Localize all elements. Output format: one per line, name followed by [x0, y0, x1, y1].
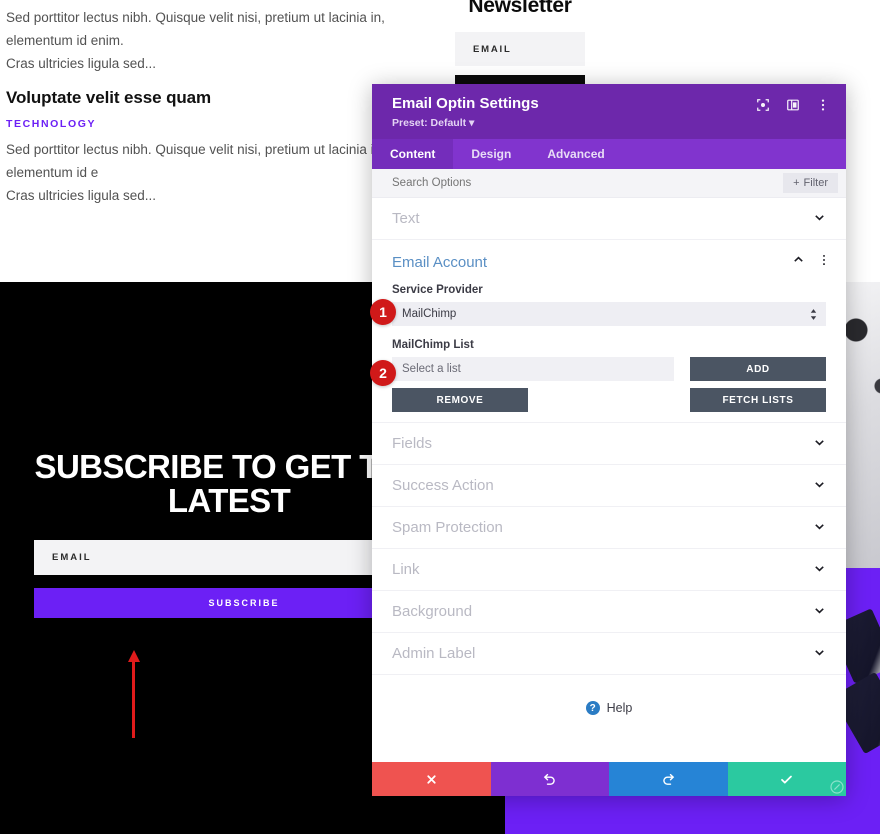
modal-preset-selector[interactable]: Preset: Default ▾ — [392, 117, 539, 129]
section-spam-protection[interactable]: Spam Protection — [372, 507, 846, 549]
search-bar: + Filter — [372, 169, 846, 198]
section-label: Link — [392, 561, 420, 578]
post-excerpt-line-2: Cras ultricies ligula sed... — [6, 188, 157, 203]
filter-label: Filter — [803, 177, 828, 189]
section-fields[interactable]: Fields — [372, 423, 846, 465]
section-label: Fields — [392, 435, 433, 452]
modal-header-icons — [756, 95, 830, 112]
newsletter-optin-card: Newsletter EMAIL — [437, 0, 603, 101]
section-label: Background — [392, 603, 473, 620]
email-optin-settings-modal: Email Optin Settings Preset: Default ▾ C… — [372, 84, 846, 796]
add-list-button[interactable]: ADD — [690, 357, 826, 381]
chevron-up-icon[interactable] — [792, 253, 805, 271]
help-label: Help — [606, 701, 633, 715]
help-icon: ? — [585, 701, 600, 715]
arrow-shaft — [132, 658, 135, 738]
blog-post-2: Voluptate velit esse quam TECHNOLOGY Sed… — [6, 88, 406, 207]
annotation-badge-2: 2 — [370, 360, 396, 386]
section-email-account-header[interactable]: Email Account — [372, 240, 846, 284]
chevron-down-icon — [813, 478, 826, 494]
plus-icon: + — [793, 177, 800, 189]
tab-content[interactable]: Content — [372, 139, 454, 169]
preset-label: Preset: Default — [392, 117, 467, 129]
section-email-account: Email Account Service Provider MailChimp… — [372, 240, 846, 423]
section-background[interactable]: Background — [372, 591, 846, 633]
service-provider-value: MailChimp — [402, 308, 457, 320]
select-stepper-icon — [809, 308, 818, 321]
blog-post-excerpt-1: Sed porttitor lectus nibh. Quisque velit… — [6, 6, 406, 75]
chevron-down-icon — [813, 562, 826, 578]
annotation-badge-1: 1 — [370, 299, 396, 325]
section-link[interactable]: Link — [372, 549, 846, 591]
annotation-arrow-up — [126, 650, 142, 738]
modal-header-titles: Email Optin Settings Preset: Default ▾ — [392, 95, 539, 129]
screenshot-stage: Sed porttitor lectus nibh. Quisque velit… — [0, 0, 880, 834]
section-label: Spam Protection — [392, 519, 503, 536]
section-label: Email Account — [392, 253, 488, 271]
mailchimp-list-select[interactable]: Select a list — [392, 357, 674, 381]
save-button[interactable] — [727, 762, 846, 796]
resize-handle[interactable] — [830, 780, 844, 794]
post-title[interactable]: Voluptate velit esse quam — [6, 88, 406, 108]
tab-advanced[interactable]: Advanced — [529, 139, 622, 169]
section-tools — [792, 253, 830, 271]
post-excerpt-line-1: Sed porttitor lectus nibh. Quisque velit… — [6, 142, 385, 180]
fetch-lists-button[interactable]: FETCH LISTS — [690, 388, 826, 412]
redo-button[interactable] — [609, 762, 728, 796]
service-provider-label: Service Provider — [392, 284, 483, 296]
panel-layout-icon[interactable] — [786, 98, 800, 112]
filter-button[interactable]: + Filter — [783, 173, 838, 193]
post-excerpt-line-1: Sed porttitor lectus nibh. Quisque velit… — [6, 10, 385, 48]
chevron-down-icon — [813, 520, 826, 536]
section-admin-label[interactable]: Admin Label — [372, 633, 846, 675]
chevron-down-icon — [813, 604, 826, 620]
newsletter-email-input[interactable]: EMAIL — [455, 32, 585, 66]
post-excerpt-line-2: Cras ultricies ligula sed... — [6, 56, 157, 71]
mailchimp-list-row: Select a list ADD — [392, 357, 826, 381]
section-text[interactable]: Text — [372, 198, 846, 240]
undo-button[interactable] — [490, 762, 609, 796]
search-input[interactable] — [392, 177, 692, 189]
modal-footer — [372, 762, 846, 796]
modal-tabs: Content Design Advanced — [372, 139, 846, 169]
close-button[interactable] — [372, 762, 491, 796]
remove-list-button[interactable]: REMOVE — [392, 388, 528, 412]
mailchimp-buttons-row: REMOVE FETCH LISTS — [392, 388, 826, 412]
target-icon[interactable] — [756, 98, 770, 112]
help-link[interactable]: ? Help — [372, 701, 846, 715]
section-label: Text — [392, 210, 420, 227]
service-provider-field: Service Provider MailChimp — [372, 284, 846, 326]
post-category[interactable]: TECHNOLOGY — [6, 118, 406, 130]
section-success-action[interactable]: Success Action — [372, 465, 846, 507]
section-label: Success Action — [392, 477, 494, 494]
modal-header: Email Optin Settings Preset: Default ▾ — [372, 84, 846, 139]
newsletter-title: Newsletter — [468, 0, 572, 17]
section-label: Admin Label — [392, 645, 476, 662]
modal-body: Text Email Account Service Provider Mail… — [372, 198, 846, 762]
chevron-down-icon — [813, 211, 826, 227]
chevron-down-icon — [813, 646, 826, 662]
service-provider-select[interactable]: MailChimp — [392, 302, 826, 326]
mailchimp-list-label: MailChimp List — [392, 339, 474, 351]
chevron-down-icon — [813, 436, 826, 452]
more-vertical-icon[interactable] — [818, 253, 830, 271]
more-vertical-icon[interactable] — [816, 98, 830, 112]
tab-design[interactable]: Design — [453, 139, 529, 169]
mailchimp-list-field: MailChimp List Select a list ADD REMOVE … — [372, 339, 846, 412]
chevron-down-icon: ▾ — [469, 117, 475, 129]
modal-title: Email Optin Settings — [392, 95, 539, 112]
